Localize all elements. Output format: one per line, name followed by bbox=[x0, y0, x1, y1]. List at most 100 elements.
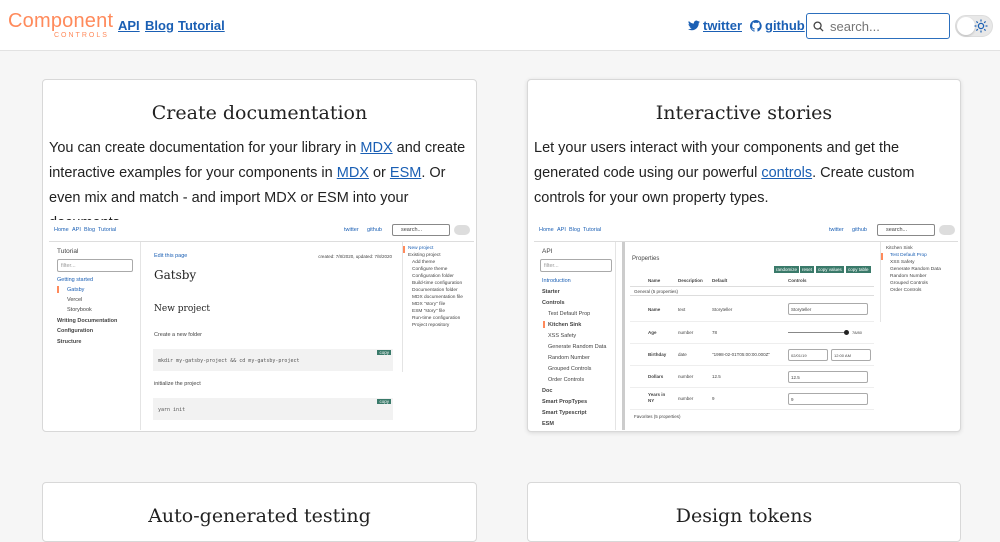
mini-toc-marker bbox=[403, 246, 405, 253]
mini-sidebar-item: Grouped Controls bbox=[548, 366, 592, 372]
mini-sidebar-item: Gatsby bbox=[67, 287, 85, 293]
mini-prop-default: Storyteller bbox=[712, 307, 733, 312]
mini-toc-item: XSS Safety bbox=[890, 260, 915, 265]
mini-toggle bbox=[939, 225, 955, 235]
mini-filter: filter... bbox=[57, 259, 133, 272]
mini-toc-marker bbox=[881, 253, 883, 260]
mini-control-value: 12.5 bbox=[791, 375, 800, 380]
mini-action-button: reset bbox=[800, 266, 815, 273]
mini-control-value: 9 bbox=[791, 397, 794, 402]
mini-prop-row: Name text Storyteller Storyteller bbox=[630, 298, 874, 322]
mini-sidebar-item: ESM bbox=[542, 421, 554, 427]
esm-link[interactable]: ESM bbox=[390, 165, 421, 181]
mini-prop-default: "1998-02-01T05:00:00.000Z" bbox=[712, 352, 770, 357]
logo-sub-text: CONTROLS bbox=[54, 32, 109, 39]
nav-tutorial[interactable]: Tutorial bbox=[178, 18, 225, 33]
mini-dates: created: 7/8/2020, updated: 7/8/2020 bbox=[318, 254, 392, 259]
mini-copy-button: copy bbox=[377, 399, 391, 404]
mini-sidebar-item: XSS Safety bbox=[548, 333, 577, 339]
mini-toc-item: Run-time configuration bbox=[412, 316, 461, 321]
github-link[interactable]: github bbox=[750, 18, 805, 33]
mini-active-marker bbox=[57, 286, 59, 293]
mini-prop-default: 9 bbox=[712, 396, 715, 401]
logo-main-text: Component bbox=[8, 10, 114, 32]
mini-prop-default: 78 bbox=[712, 330, 718, 335]
mini-time-value: 12:00 AM bbox=[834, 353, 851, 358]
mini-search-text: search... bbox=[401, 227, 423, 233]
search-input[interactable] bbox=[830, 18, 940, 34]
mini-prop-row: Dollars number 12.5 12.5 bbox=[630, 366, 874, 388]
desc-text: or bbox=[368, 165, 390, 181]
stories-screenshot: Home API Blog Tutorial twitter github se… bbox=[534, 220, 958, 430]
mini-toc-item: Documentation folder bbox=[412, 288, 458, 293]
mini-code-block: mkdir my-gatsby-project && cd my-gatsby-… bbox=[153, 349, 393, 371]
mini-prop-row: Age number 78 78/80 bbox=[630, 322, 874, 344]
mini-slider-value: 78/80 bbox=[852, 330, 863, 335]
nav-blog[interactable]: Blog bbox=[145, 18, 174, 33]
mini-action-button: copy table bbox=[846, 266, 871, 273]
mini-sidebar-item: Test Default Prop bbox=[548, 311, 591, 317]
mini-sidebar-item: Starter bbox=[542, 289, 560, 295]
mini-search: search... bbox=[392, 224, 450, 236]
controls-link[interactable]: controls bbox=[761, 165, 812, 181]
mini-slider-track bbox=[788, 332, 848, 333]
twitter-link[interactable]: twitter bbox=[688, 18, 742, 33]
mini-twitter: twitter bbox=[344, 227, 359, 233]
feature-card-design-tokens: Design tokens bbox=[527, 482, 961, 542]
mini-column-header: Description bbox=[678, 278, 703, 283]
mini-sidebar-item: Storybook bbox=[67, 307, 92, 313]
mdx-link-2[interactable]: MDX bbox=[337, 165, 369, 181]
mini-prop-name: Dollars bbox=[648, 374, 664, 379]
feature-card-documentation: Create documentation You can create docu… bbox=[42, 79, 477, 432]
sun-icon bbox=[974, 19, 988, 33]
mini-sidebar-item: Random Number bbox=[548, 355, 590, 361]
mini-splitter bbox=[622, 242, 625, 430]
mini-column-header: Default bbox=[712, 278, 728, 283]
mini-header: Home API Blog Tutorial twitter github se… bbox=[534, 220, 958, 242]
mini-nav-blog: Blog bbox=[84, 227, 96, 233]
mini-properties-title: Properties bbox=[632, 256, 660, 262]
mini-github: github bbox=[852, 227, 867, 233]
mini-toc-item: Random Number bbox=[890, 274, 927, 279]
mini-prop-name: Years in NY bbox=[648, 392, 666, 403]
mini-toc: Kitchen Sink Test Default Prop XSS Safet… bbox=[880, 242, 958, 322]
mini-search-text: search... bbox=[886, 227, 908, 233]
mini-toc-item: New project bbox=[408, 246, 434, 251]
mini-toc-item: Kitchen Sink bbox=[886, 246, 913, 251]
nav-api[interactable]: API bbox=[118, 18, 140, 33]
theme-toggle[interactable] bbox=[955, 15, 993, 37]
mdx-link[interactable]: MDX bbox=[360, 140, 392, 156]
mini-section-title: New project bbox=[154, 304, 211, 314]
mini-sidebar-item: Vercel bbox=[67, 297, 83, 303]
mini-action-button: randomize bbox=[774, 266, 800, 273]
twitter-label: twitter bbox=[703, 18, 742, 33]
mini-prop-row: Birthday date "1998-02-01T05:00:00.000Z"… bbox=[630, 344, 874, 366]
mini-group-label: General (5 properties) bbox=[634, 289, 679, 294]
mini-sidebar-title: Tutorial bbox=[57, 248, 79, 255]
mini-prop-row: Years in NY number 9 9 bbox=[630, 388, 874, 410]
mini-prop-type: date bbox=[678, 352, 687, 357]
mini-code-text: yarn init bbox=[158, 407, 186, 413]
mini-slider-thumb bbox=[844, 330, 849, 335]
twitter-icon bbox=[688, 20, 700, 31]
search-box[interactable] bbox=[806, 13, 950, 39]
mini-toc-item: Order Controls bbox=[890, 288, 922, 293]
mini-toc-item: Test Default Prop bbox=[890, 253, 927, 258]
mini-sidebar-item: Getting started bbox=[57, 277, 94, 283]
mini-filter-text: filter... bbox=[544, 263, 559, 269]
mini-step1: Create a new folder bbox=[154, 332, 202, 338]
mini-sidebar: Tutorial filter... Getting started Gatsb… bbox=[49, 242, 141, 430]
mini-nav-blog: Blog bbox=[569, 227, 581, 233]
mini-nav-home: Home bbox=[54, 227, 69, 233]
mini-step2: initialize the project bbox=[154, 381, 201, 387]
mini-sidebar-item: Structure bbox=[57, 339, 82, 345]
mini-edit-link: Edit this page bbox=[154, 253, 188, 259]
mini-prop-name: Age bbox=[648, 330, 657, 335]
logo[interactable]: Component CONTROLS bbox=[8, 10, 114, 39]
mini-sidebar-title: API bbox=[542, 248, 553, 255]
mini-toc-item: Configuration folder bbox=[412, 274, 454, 279]
mini-github: github bbox=[367, 227, 382, 233]
mini-column-header: Controls bbox=[788, 278, 807, 283]
mini-text-control: Storyteller bbox=[788, 303, 868, 315]
toggle-knob bbox=[957, 17, 975, 35]
